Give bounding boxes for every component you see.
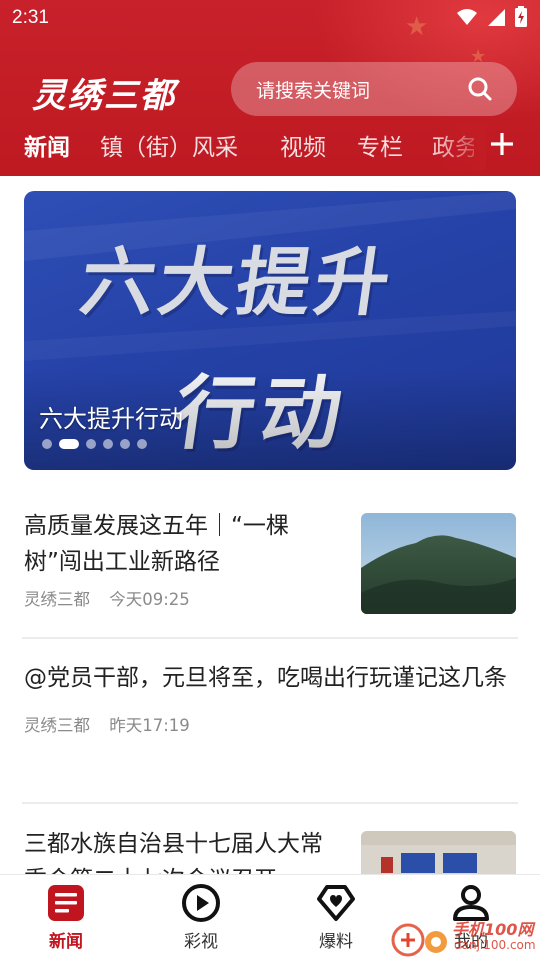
tab-fade-overlay: [430, 124, 486, 170]
watermark-text: 手机100网: [452, 920, 534, 939]
search-placeholder[interactable]: 请搜索关键词: [256, 76, 370, 103]
news-icon[interactable]: [46, 883, 86, 923]
featured-banner[interactable]: 六大提升 行动 六大提升行动: [24, 191, 516, 470]
carousel-dot[interactable]: [103, 439, 113, 449]
news-meta: 灵绣三都 昨天17:19: [24, 712, 516, 736]
signal-icon: [488, 9, 505, 26]
carousel-indicator: [42, 439, 147, 449]
mountain-image: [361, 513, 516, 614]
nav-report[interactable]: 爆料: [291, 875, 381, 960]
news-source: 灵绣三都: [24, 590, 90, 609]
heart-diamond-icon[interactable]: [316, 883, 356, 923]
carousel-dot[interactable]: [137, 439, 147, 449]
carousel-dot-active[interactable]: [59, 439, 79, 449]
status-time: 2:31: [12, 7, 49, 28]
watermark: 手机100网 danji100.com: [390, 912, 540, 960]
tab-video[interactable]: 视频: [280, 128, 326, 162]
carousel-dot[interactable]: [42, 439, 52, 449]
nav-video-label[interactable]: 彩视: [156, 927, 246, 952]
news-title[interactable]: @党员干部，元旦将至，吃喝出行玩谨记这几条: [24, 660, 516, 696]
nav-news[interactable]: 新闻: [21, 875, 111, 960]
news-source: 灵绣三都: [24, 716, 90, 735]
search-bar[interactable]: 请搜索关键词: [231, 62, 517, 116]
news-item[interactable]: @党员干部，元旦将至，吃喝出行玩谨记这几条 灵绣三都 昨天17:19: [24, 660, 516, 780]
news-title[interactable]: 高质量发展这五年｜“一棵树”闯出工业新路径: [24, 508, 324, 580]
banner-caption: 六大提升行动: [39, 405, 183, 433]
tab-news[interactable]: 新闻: [24, 128, 70, 162]
list-divider: [22, 802, 518, 804]
app-brand-title: 灵绣三都: [32, 76, 176, 116]
meeting-image: [361, 831, 516, 875]
nav-video[interactable]: 彩视: [156, 875, 246, 960]
status-icons: [456, 6, 528, 28]
status-bar: 2:31: [0, 0, 540, 36]
wifi-icon: [457, 9, 477, 25]
news-time: 今天09:25: [109, 590, 190, 609]
news-thumbnail[interactable]: [361, 513, 516, 614]
banner-headline-line1: 六大提升: [75, 240, 400, 326]
carousel-dot[interactable]: [120, 439, 130, 449]
watermark-sub: danji100.com: [454, 938, 536, 952]
nav-news-label[interactable]: 新闻: [21, 927, 111, 952]
news-title[interactable]: 三都水族自治县十七届人大常委会第二十七次会议召开: [24, 826, 324, 875]
play-circle-icon[interactable]: [181, 883, 221, 923]
carousel-dot[interactable]: [86, 439, 96, 449]
tab-town-style[interactable]: 镇（街）风采: [100, 128, 238, 162]
battery-icon: [515, 6, 527, 27]
tab-column[interactable]: 专栏: [357, 128, 403, 162]
list-divider: [22, 637, 518, 639]
add-channel-icon[interactable]: [488, 130, 516, 158]
nav-report-label[interactable]: 爆料: [291, 927, 381, 952]
search-icon[interactable]: [467, 76, 493, 102]
news-item[interactable]: 三都水族自治县十七届人大常委会第二十七次会议召开: [24, 826, 516, 875]
news-item[interactable]: 高质量发展这五年｜“一棵树”闯出工业新路径 灵绣三都 今天09:25: [24, 508, 516, 618]
watermark-logo-icon: [391, 923, 447, 957]
news-thumbnail[interactable]: [361, 831, 516, 875]
news-time: 昨天17:19: [109, 716, 190, 735]
